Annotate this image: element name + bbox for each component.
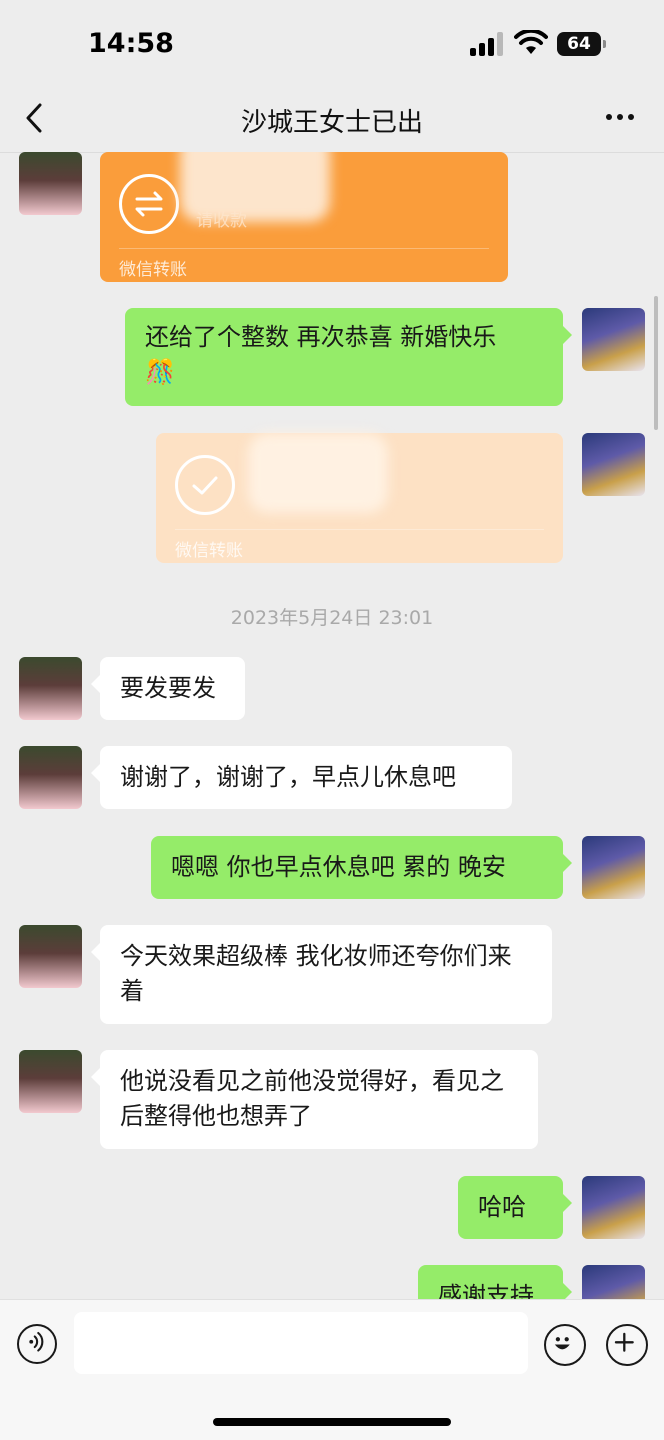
nav-bar: 沙城王女士已出 <box>0 90 664 153</box>
self-avatar[interactable] <box>582 433 645 496</box>
message-bubble-other[interactable]: 今天效果超级棒 我化妆师还夸你们来着 <box>91 925 552 1024</box>
transfer-divider <box>175 529 544 530</box>
message-text: 今天效果超级棒 我化妆师还夸你们来着 <box>120 942 512 1005</box>
redaction-mark <box>248 433 388 513</box>
self-avatar[interactable] <box>582 1265 645 1299</box>
message-timestamp: 2023年5月24日 23:01 <box>230 607 434 629</box>
transfer-label: 微信转账 <box>119 260 187 280</box>
transfer-label: 微信转账 <box>175 541 243 561</box>
message-text: 嗯嗯 你也早点休息吧 累的 晚安 <box>171 853 506 881</box>
message-text: 要发要发 <box>120 674 216 702</box>
message-text: 他说没看见之前他没觉得好，看见之后整得他也想弄了 <box>120 1067 504 1130</box>
chat-title: 沙城王女士已出 <box>240 108 423 138</box>
transfer-card-accepted[interactable]: 微信转账 <box>156 433 563 563</box>
contact-avatar[interactable] <box>19 746 82 809</box>
message-text: 感谢支持 <box>438 1282 534 1299</box>
input-bar <box>0 1299 664 1440</box>
status-bar: 14:58 64 <box>0 0 664 90</box>
message-bubble-self[interactable]: 嗯嗯 你也早点休息吧 累的 晚安 <box>151 836 572 899</box>
message-bubble-self[interactable]: 哈哈 <box>458 1176 572 1239</box>
message-bubble-other[interactable]: 他说没看见之前他没觉得好，看见之后整得他也想弄了 <box>91 1050 538 1149</box>
redaction-mark <box>180 152 330 222</box>
message-bubble-other[interactable]: 要发要发 <box>91 657 245 720</box>
plus-button[interactable] <box>606 1324 648 1366</box>
self-avatar[interactable] <box>582 836 645 899</box>
message-bubble-self[interactable]: 感谢支持 <box>418 1265 572 1299</box>
contact-avatar[interactable] <box>19 152 82 215</box>
message-input[interactable] <box>74 1312 528 1374</box>
message-text: 哈哈 <box>478 1193 526 1221</box>
contact-avatar[interactable] <box>19 657 82 720</box>
chat-message-list[interactable]: 请收款 微信转账 还给了个整数 再次恭喜 新婚快乐 🎊 微信转账 2023年5月… <box>0 152 664 1299</box>
voice-input-button[interactable] <box>17 1324 57 1364</box>
self-avatar[interactable] <box>582 308 645 371</box>
firework-emoji: 🎊 <box>145 358 175 386</box>
contact-avatar[interactable] <box>19 1050 82 1113</box>
signal-icon <box>470 32 504 56</box>
battery-cap <box>603 40 606 48</box>
message-text: 谢谢了，谢谢了，早点儿休息吧 <box>120 763 456 791</box>
emoji-button[interactable] <box>544 1324 586 1366</box>
battery-indicator: 64 <box>557 32 601 56</box>
message-bubble-self[interactable]: 还给了个整数 再次恭喜 新婚快乐 🎊 <box>125 308 572 406</box>
transfer-divider <box>119 248 489 249</box>
status-time: 14:58 <box>88 28 174 59</box>
contact-avatar[interactable] <box>19 925 82 988</box>
message-text: 还给了个整数 再次恭喜 新婚快乐 <box>145 323 497 351</box>
self-avatar[interactable] <box>582 1176 645 1239</box>
message-bubble-other[interactable]: 谢谢了，谢谢了，早点儿休息吧 <box>91 746 512 809</box>
transfer-card-received[interactable]: 请收款 微信转账 <box>100 152 508 282</box>
check-circle-icon <box>175 455 235 515</box>
transfer-arrows-icon <box>119 174 179 234</box>
chat-scrollbar[interactable] <box>654 296 658 430</box>
more-options-button[interactable] <box>600 102 640 132</box>
home-indicator <box>213 1418 451 1426</box>
wifi-icon <box>514 30 548 54</box>
